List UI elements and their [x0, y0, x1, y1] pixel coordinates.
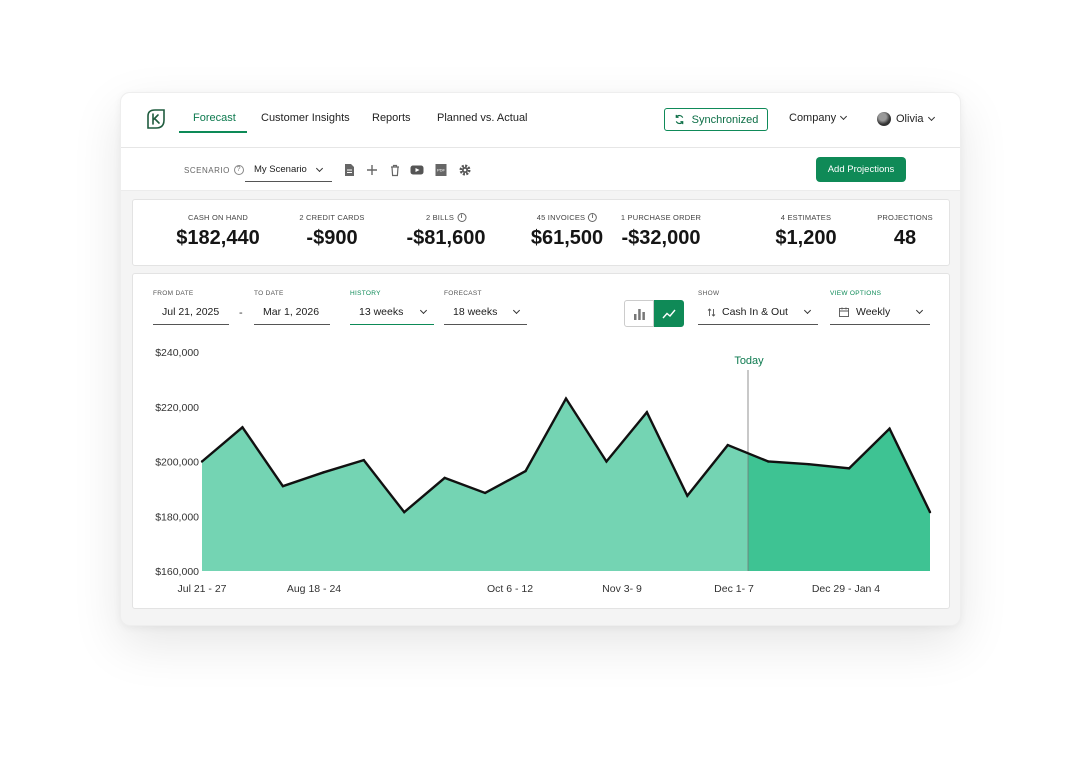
cash-flow-area-chart: $160,000 $180,000 $200,000 $220,000 $240,000…	[155, 347, 932, 595]
y-tick-label: $220,000	[155, 402, 199, 414]
summary-stat-label: 2 BILLS i	[407, 213, 486, 222]
data-point	[200, 460, 204, 463]
today-label: Today	[734, 355, 764, 367]
scenario-toolbar: SCENARIO ? My Scenario PDF Add Projectio…	[121, 148, 960, 191]
y-tick-label: $240,000	[155, 347, 199, 359]
data-point	[362, 458, 365, 462]
summary-stat-value: $61,500	[530, 227, 604, 249]
sync-icon	[675, 114, 683, 125]
help-icon[interactable]: ?	[233, 165, 244, 175]
company-dropdown[interactable]: Company	[789, 112, 848, 124]
summary-stat-label-text: 2 BILLS	[425, 213, 455, 222]
logo-icon[interactable]	[145, 108, 167, 130]
forecast-area	[748, 428, 930, 571]
summary-stat-value: $1,200	[775, 227, 837, 249]
plus-icon[interactable]	[365, 163, 379, 177]
active-tab-indicator	[179, 131, 247, 133]
scenario-label-text: SCENARIO	[184, 165, 230, 175]
summary-stat-label: 1 PURCHASE ORDER	[621, 213, 701, 222]
summary-stat[interactable]: 45 INVOICES i $61,500	[531, 213, 603, 250]
summary-stat-value: -$900	[306, 227, 358, 249]
scenario-value: My Scenario	[254, 164, 307, 175]
app-window: Forecast Customer Insights Reports Plann…	[120, 92, 961, 626]
synchronized-button[interactable]: Synchronized	[664, 108, 768, 131]
summary-stat-label-text: CASH ON HAND	[188, 213, 248, 222]
user-menu[interactable]: Olivia	[877, 112, 935, 126]
data-point	[322, 471, 325, 474]
scenario-select[interactable]: My Scenario	[245, 158, 332, 182]
trash-icon[interactable]	[388, 163, 402, 177]
add-projections-button[interactable]: Add Projections	[816, 157, 906, 182]
tab-customer-insights[interactable]: Customer Insights	[261, 112, 350, 124]
summary-stat-value: 48	[893, 227, 917, 249]
summary-stat-label-text: 1 PURCHASE ORDER	[620, 213, 702, 222]
gear-icon[interactable]	[458, 163, 472, 177]
document-icon[interactable]	[342, 163, 356, 177]
x-tick-label: Nov 3- 9	[602, 583, 642, 595]
chevron-down-icon	[315, 164, 323, 172]
x-tick-label: Oct 6 - 12	[487, 583, 533, 595]
sync-label: Synchronized	[691, 113, 759, 126]
data-point	[726, 443, 729, 447]
info-icon[interactable]: i	[457, 213, 467, 222]
data-point	[847, 467, 851, 470]
data-point	[483, 491, 487, 495]
svg-text:PDF: PDF	[437, 168, 446, 173]
summary-stat-label-text: PROJECTIONS	[877, 213, 933, 222]
summary-stat[interactable]: 1 PURCHASE ORDER -$32,000	[621, 213, 701, 250]
data-point	[807, 463, 810, 466]
data-point	[443, 476, 446, 480]
data-point	[928, 510, 932, 514]
data-point	[605, 460, 608, 463]
tab-reports[interactable]: Reports	[372, 112, 411, 124]
x-tick-label: Dec 1- 7	[714, 583, 754, 595]
x-tick-label: Jul 21 - 27	[177, 583, 226, 595]
summary-stat-label: 4 ESTIMATES	[775, 213, 836, 222]
y-tick-label: $160,000	[155, 566, 199, 578]
summary-stat-label: 45 INVOICES i	[531, 213, 603, 222]
summary-stat-label-text: 2 CREDIT CARDS	[299, 213, 365, 222]
y-tick-label: $200,000	[155, 457, 199, 469]
avatar	[877, 112, 891, 126]
top-nav: Forecast Customer Insights Reports Plann…	[121, 93, 960, 148]
summary-stat[interactable]: 2 CREDIT CARDS -$900	[299, 213, 364, 250]
x-tick-label: Dec 29 - Jan 4	[812, 583, 880, 595]
summary-stat-value: -$32,000	[621, 227, 701, 249]
summary-stat-label: PROJECTIONS	[877, 213, 933, 222]
scenario-label: SCENARIO ?	[184, 165, 244, 175]
summary-stat-label-text: 4 ESTIMATES	[780, 213, 832, 222]
data-point	[403, 510, 406, 514]
summary-stat-label-text: 45 INVOICES	[536, 213, 586, 222]
chevron-down-icon	[927, 113, 935, 122]
summary-stat-label: 2 CREDIT CARDS	[299, 213, 364, 222]
y-tick-label: $180,000	[155, 511, 199, 523]
summary-stat-value: -$81,600	[406, 227, 486, 249]
data-point	[645, 411, 649, 414]
chart-card: FROM DATE Jul 21, 2025 - TO DATE Mar 1, …	[132, 273, 950, 609]
summary-stat-label: CASH ON HAND	[176, 213, 259, 222]
data-point	[686, 494, 689, 497]
user-name: Olivia	[896, 113, 924, 125]
summary-stat-value: $182,440	[176, 227, 260, 249]
data-point	[888, 427, 891, 430]
data-point	[767, 460, 770, 463]
pdf-icon[interactable]: PDF	[434, 163, 448, 177]
data-point	[524, 469, 527, 473]
summary-stat[interactable]: PROJECTIONS 48	[877, 213, 933, 250]
data-point	[241, 426, 244, 429]
tab-forecast[interactable]: Forecast	[193, 112, 236, 124]
data-point	[564, 397, 568, 400]
summary-stat[interactable]: 2 BILLS i -$81,600	[406, 213, 486, 250]
summary-card: CASH ON HAND $182,440 2 CREDIT CARDS -$900 2…	[132, 199, 950, 266]
x-tick-label: Aug 18 - 24	[287, 583, 341, 595]
company-label: Company	[789, 112, 837, 124]
data-point	[281, 484, 285, 488]
summary-stat[interactable]: 4 ESTIMATES $1,200	[775, 213, 836, 250]
chevron-down-icon	[840, 112, 848, 121]
tab-planned-vs-actual[interactable]: Planned vs. Actual	[437, 112, 528, 124]
info-icon[interactable]: i	[588, 213, 598, 222]
video-icon[interactable]	[410, 163, 424, 177]
summary-stat[interactable]: CASH ON HAND $182,440	[176, 213, 259, 250]
